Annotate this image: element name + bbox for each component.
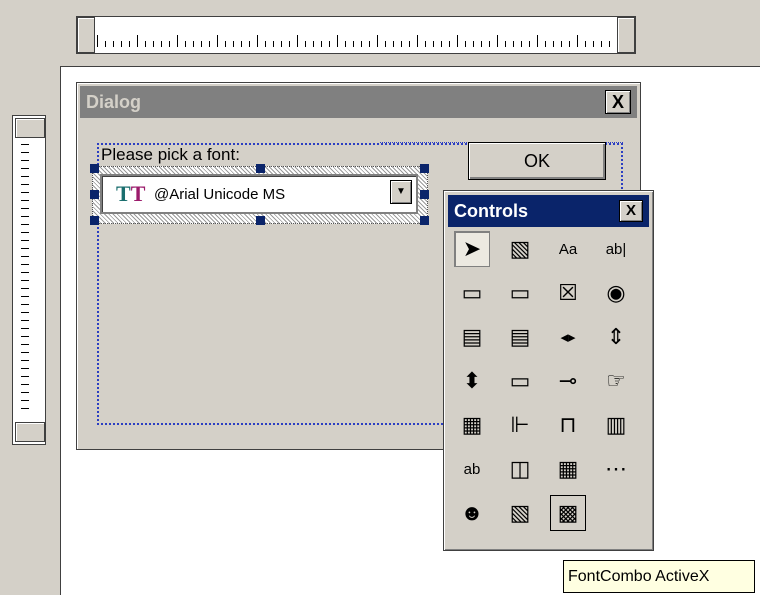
resize-handle[interactable] [420, 164, 429, 173]
dialog-title: Dialog [86, 92, 142, 112]
ruler-left-handle[interactable] [77, 17, 95, 53]
truetype-font-icon: TT [116, 181, 146, 206]
toolbox-close-button[interactable]: X [619, 200, 643, 222]
font-combo[interactable]: TT @Arial Unicode MS ▼ [100, 174, 418, 214]
toolbox-title: Controls [454, 201, 528, 221]
controls-toolbox[interactable]: Controls X ➤ ▧ Aa ab| ▭ ▭ ☒ ◉ ▤ ▤ ◂▸ ⇕ ⬍ ▭ ⊸ ☞ ▦ ⊩ ⊓ ▥ ab ◫ ▦ ⋯… [443, 190, 654, 551]
ruler-right-handle[interactable] [617, 17, 635, 53]
fontcombo-icon[interactable]: ▩ [550, 495, 586, 531]
image-combo-icon[interactable]: ◫ [502, 451, 538, 487]
vertical-ruler[interactable] [12, 115, 46, 445]
vruler-top-handle[interactable] [15, 118, 45, 138]
resize-handle[interactable] [256, 216, 265, 225]
image-icon[interactable]: ▧ [502, 231, 538, 267]
resize-handle[interactable] [256, 164, 265, 173]
resize-handle[interactable] [90, 216, 99, 225]
prompt-label: Please pick a font: [101, 145, 240, 164]
listbox-icon[interactable]: ▤ [454, 319, 490, 355]
resize-handle[interactable] [420, 216, 429, 225]
tooltip: FontCombo ActiveX [563, 560, 755, 593]
hscroll-icon[interactable]: ◂▸ [550, 319, 586, 355]
hyperlink-icon[interactable]: ☞ [598, 363, 634, 399]
resize-handle[interactable] [420, 190, 429, 199]
treeview-icon[interactable]: ⊩ [502, 407, 538, 443]
horizontal-ruler[interactable] [76, 16, 636, 54]
toolbox-titlebar[interactable]: Controls X [448, 195, 649, 227]
option-button-icon[interactable]: ◉ [598, 275, 634, 311]
picture-icon[interactable]: ▧ [502, 495, 538, 531]
agent-icon[interactable]: ☻ [454, 495, 490, 531]
combobox-icon[interactable]: ▤ [502, 319, 538, 355]
ruler-major-ticks [97, 35, 615, 47]
font-combo-value: @Arial Unicode MS [154, 186, 286, 203]
calendar-icon[interactable]: ▦ [454, 407, 490, 443]
vscroll-icon[interactable]: ⇕ [598, 319, 634, 355]
dialog-close-button[interactable]: X [605, 90, 631, 114]
frame-icon[interactable]: ▭ [454, 275, 490, 311]
progress-bar-icon[interactable]: ▭ [502, 363, 538, 399]
tabstrip-icon[interactable]: ⊓ [550, 407, 586, 443]
chevron-down-icon[interactable]: ▼ [390, 180, 412, 204]
dialog-titlebar[interactable]: Dialog X [80, 86, 637, 118]
slider-icon[interactable]: ⊸ [550, 363, 586, 399]
select-pointer-icon[interactable]: ➤ [454, 231, 490, 267]
label-icon[interactable]: Aa [550, 231, 586, 267]
vruler-ticks [21, 144, 35, 416]
textbox-icon[interactable]: ab| [598, 231, 634, 267]
filmstrip-icon[interactable]: ▥ [598, 407, 634, 443]
resize-handle[interactable] [90, 164, 99, 173]
spin-button-icon[interactable]: ⬍ [454, 363, 490, 399]
vruler-bottom-handle[interactable] [15, 422, 45, 442]
ok-button[interactable]: OK [468, 142, 606, 180]
grid-icon[interactable]: ▦ [550, 451, 586, 487]
underline-text-icon[interactable]: ab [454, 451, 490, 487]
command-button-icon[interactable]: ▭ [502, 275, 538, 311]
ellipsis-icon[interactable]: ⋯ [598, 451, 634, 487]
checkbox-icon[interactable]: ☒ [550, 275, 586, 311]
resize-handle[interactable] [90, 190, 99, 199]
